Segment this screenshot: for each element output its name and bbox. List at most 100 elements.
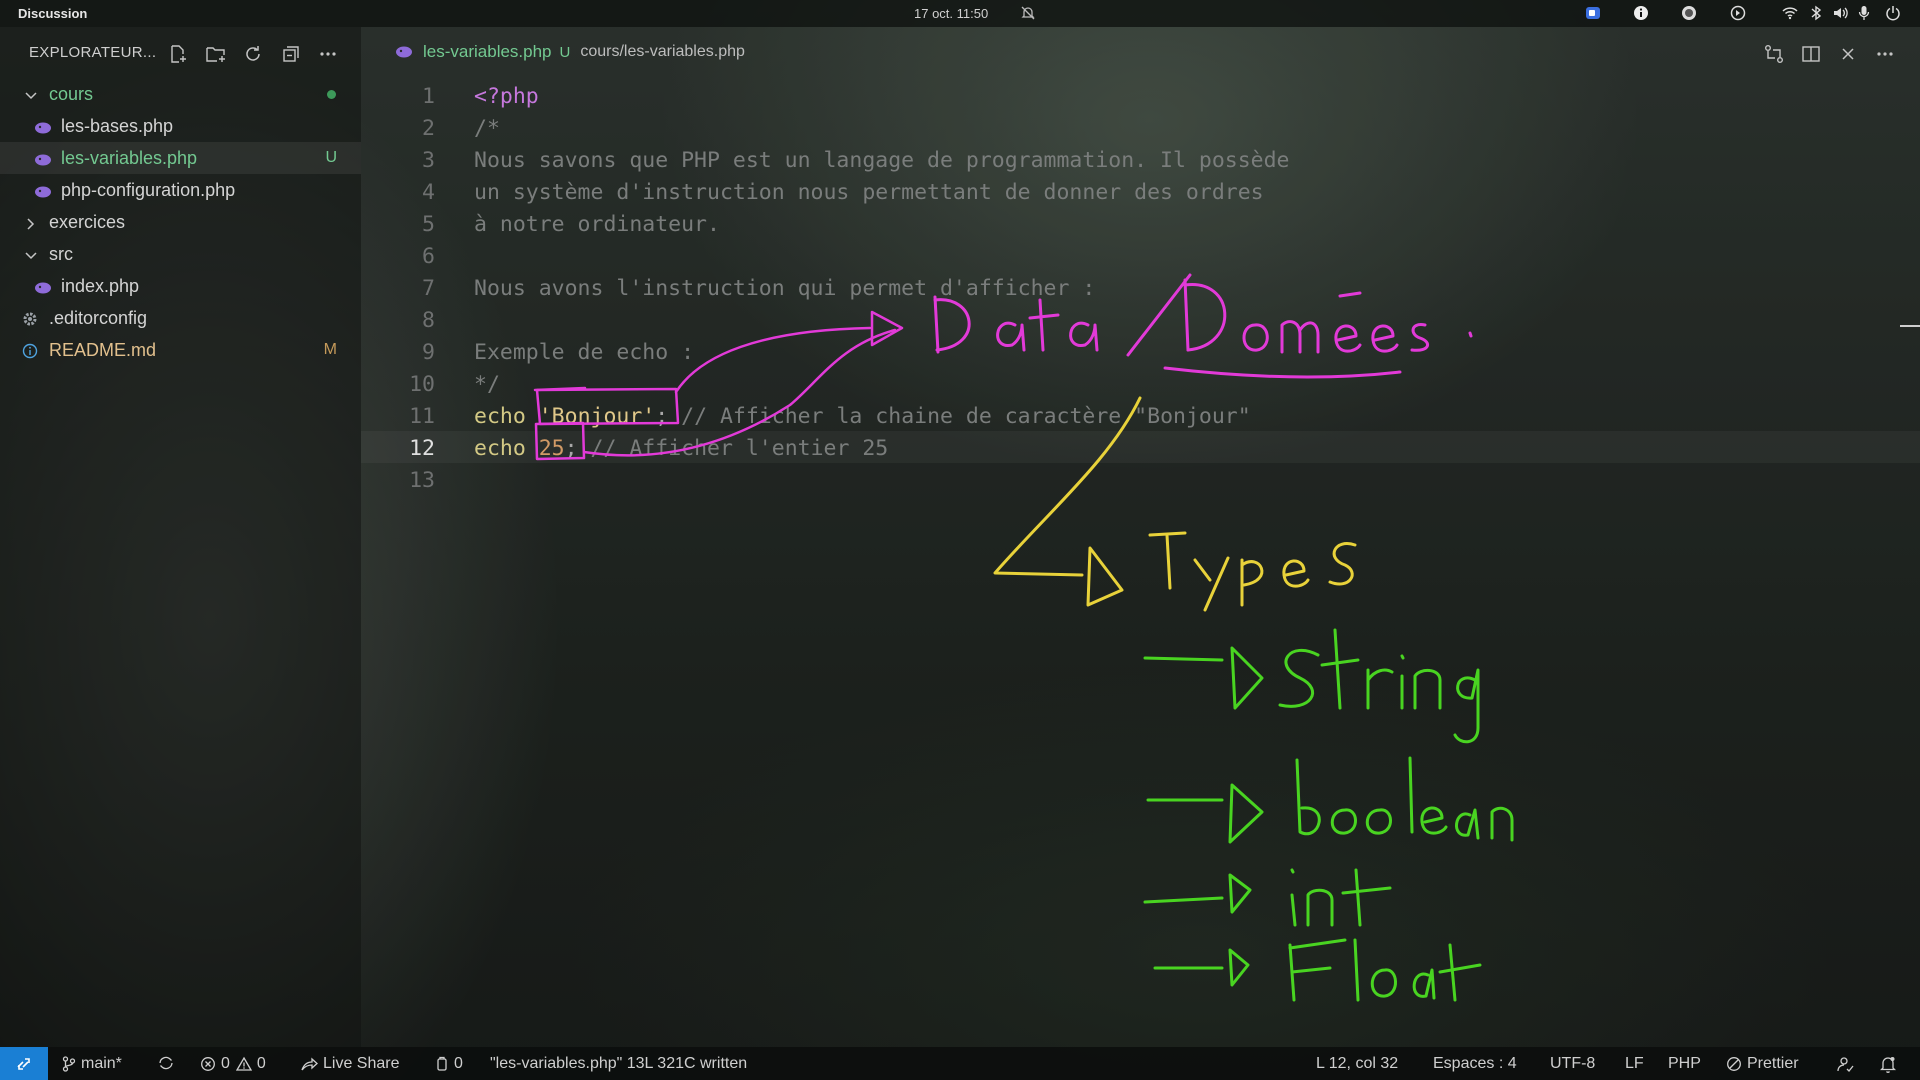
code-line[interactable]: 1 <?php (361, 79, 1920, 111)
tree-file-editorconfig[interactable]: .editorconfig (0, 302, 361, 334)
line-text: echo 25; // Afficher l'entier 25 (474, 436, 888, 461)
live-share-button[interactable]: Live Share (300, 1055, 400, 1073)
open-changes-icon[interactable] (1762, 42, 1786, 66)
line-number: 11 (409, 404, 435, 429)
tree-item-label: les-bases.php (61, 116, 174, 136)
tab-breadcrumb-path[interactable]: cours/les-variables.php (580, 43, 745, 61)
php-file-icon (34, 279, 52, 300)
tab-les-variables[interactable]: les-variables.php U cours/les-variables.… (395, 42, 745, 62)
line-number: 5 (422, 212, 435, 237)
php-file-icon (34, 119, 52, 140)
punctuation: ; (655, 404, 669, 429)
notifications-button[interactable] (1880, 1055, 1901, 1073)
problems-indicator[interactable]: 0 0 (200, 1055, 266, 1073)
scrollbar-cursor-marker[interactable] (1900, 325, 1920, 327)
status-bar: main* 0 0 Live Share 0 "les-variables.ph… (0, 1047, 1920, 1080)
sync-button[interactable] (157, 1055, 180, 1071)
feedback-icon (1837, 1057, 1854, 1072)
volume-icon[interactable] (1832, 5, 1848, 21)
line-text: /* (474, 116, 500, 141)
code-line[interactable]: 13 (361, 463, 1920, 495)
line-number: 3 (422, 148, 435, 173)
split-editor-icon[interactable] (1799, 42, 1823, 66)
line-number: 7 (422, 276, 435, 301)
ports-indicator[interactable]: 0 (435, 1055, 463, 1073)
code-line-current[interactable]: 12 echo 25; // Afficher l'entier 25 (361, 431, 1920, 463)
line-text: <?php (474, 84, 539, 109)
line-number: 9 (422, 340, 435, 365)
tree-folder-src[interactable]: src (0, 238, 361, 270)
code-line[interactable]: 3 Nous savons que PHP est un langage de … (361, 143, 1920, 175)
tree-file-les-bases[interactable]: les-bases.php (0, 110, 361, 142)
code-line[interactable]: 6 (361, 239, 1920, 271)
explorer-sidebar: EXPLORATEUR... cours les-bases.php les-v… (0, 27, 361, 1047)
bell-icon (1880, 1057, 1896, 1073)
bluetooth-icon[interactable] (1808, 5, 1824, 21)
keyword: echo (474, 404, 526, 429)
line-number: 10 (409, 372, 435, 397)
line-ending-setting[interactable]: LF (1625, 1055, 1644, 1073)
modified-dot (327, 90, 336, 99)
code-line[interactable]: 5 à notre ordinateur. (361, 207, 1920, 239)
tree-file-les-variables[interactable]: les-variables.php U (0, 142, 361, 174)
accounts-button[interactable] (1836, 1055, 1859, 1073)
cursor-position[interactable]: L 12, col 32 (1316, 1055, 1398, 1073)
active-app-name[interactable]: Discussion (18, 6, 87, 21)
close-icon[interactable] (1836, 42, 1860, 66)
more-actions-icon[interactable] (317, 43, 339, 65)
tree-item-label: README.md (49, 340, 157, 360)
collapse-all-icon[interactable] (280, 43, 302, 65)
tree-item-label: exercices (49, 212, 126, 232)
code-line[interactable]: 7 Nous avons l'instruction qui permet d'… (361, 271, 1920, 303)
screen-record-icon[interactable] (1585, 5, 1601, 21)
language-mode[interactable]: PHP (1668, 1055, 1701, 1073)
indentation-setting[interactable]: Espaces : 4 (1433, 1055, 1517, 1073)
microphone-icon[interactable] (1856, 5, 1872, 21)
tree-file-readme[interactable]: README.md M (0, 334, 361, 366)
new-folder-icon[interactable] (205, 43, 227, 65)
remote-indicator[interactable] (0, 1047, 48, 1080)
code-line[interactable]: 10 */ (361, 367, 1920, 399)
code-line[interactable]: 8 (361, 303, 1920, 335)
comment: // Afficher l'entier 25 (590, 436, 889, 461)
tree-folder-cours[interactable]: cours (0, 78, 361, 110)
new-file-icon[interactable] (167, 43, 189, 65)
php-file-icon (34, 183, 52, 204)
line-number: 1 (422, 84, 435, 109)
refresh-icon[interactable] (242, 43, 264, 65)
wifi-icon[interactable] (1782, 5, 1798, 21)
warning-count: 0 (256, 1055, 266, 1072)
gear-icon (22, 311, 38, 332)
app-status-icon[interactable] (1681, 5, 1697, 21)
tab-git-status: U (559, 43, 571, 61)
tree-item-label: les-variables.php (61, 148, 198, 168)
branch-name: main* (81, 1055, 122, 1072)
comment: // Afficher la chaine de caractère "Bonj… (681, 404, 1251, 429)
prettier-status[interactable]: Prettier (1726, 1055, 1799, 1073)
code-line[interactable]: 4 un système d'instruction nous permetta… (361, 175, 1920, 207)
tree-item-label: cours (49, 84, 94, 104)
chevron-down-icon (24, 87, 38, 108)
git-status-badge: U (325, 149, 337, 166)
tree-folder-exercices[interactable]: exercices (0, 206, 361, 238)
git-status-badge: M (323, 341, 337, 358)
tree-file-index[interactable]: index.php (0, 270, 361, 302)
power-menu-icon[interactable] (1885, 5, 1901, 21)
encoding-setting[interactable]: UTF-8 (1550, 1055, 1595, 1073)
line-text: un système d'instruction nous permettant… (474, 180, 1264, 205)
vpn-icon[interactable] (1730, 5, 1746, 21)
branch-indicator[interactable]: main* (62, 1055, 122, 1073)
more-actions-icon[interactable] (1873, 42, 1897, 66)
tree-item-label: php-configuration.php (61, 180, 236, 200)
tree-file-php-configuration[interactable]: php-configuration.php (0, 174, 361, 206)
notifications-muted-icon[interactable] (1020, 5, 1036, 24)
code-line[interactable]: 11 echo 'Bonjour'; // Afficher la chaine… (361, 399, 1920, 431)
sync-icon (159, 1056, 173, 1070)
info-icon[interactable] (1633, 5, 1649, 21)
system-top-bar: Discussion 17 oct. 11:50 (0, 0, 1920, 27)
code-line[interactable]: 9 Exemple de echo : (361, 335, 1920, 367)
tree-item-label: .editorconfig (49, 308, 148, 328)
code-line[interactable]: 2 /* (361, 111, 1920, 143)
clock[interactable]: 17 oct. 11:50 (914, 6, 988, 21)
line-text: à notre ordinateur. (474, 212, 720, 237)
